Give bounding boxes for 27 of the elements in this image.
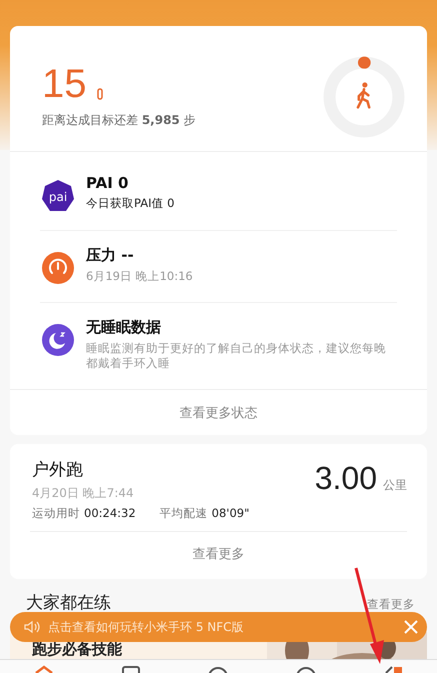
tip-toast[interactable]: 点击查看如何玩转小米手环 5 NFC版 (10, 612, 427, 642)
pai-logo-icon: pai (42, 180, 74, 212)
goal-text: 距离达成目标还差 5,985 步 (42, 112, 196, 129)
status-subtitle: 今日获取PAI值 0 (86, 196, 174, 211)
workout-date: 4月20日 晚上7:44 (32, 484, 135, 502)
workout-title: 户外跑 (32, 458, 84, 481)
status-subtitle: 睡眠监测有助于更好的了解自己的身体状态，建议您每晚都戴着手环入睡 (86, 341, 387, 371)
see-more-button[interactable]: 查看更多 (30, 530, 407, 579)
stat-value: 08'09" (212, 506, 250, 520)
band-icon (96, 88, 102, 100)
distance-value: 3.00 (314, 460, 377, 497)
gauge-icon (42, 252, 74, 284)
status-title: PAI 0 (86, 174, 130, 192)
section-title: 大家都在练 (26, 592, 111, 614)
step-count: 15 (42, 64, 86, 104)
home-icon[interactable] (32, 665, 55, 673)
status-title: 无睡眠数据 (86, 318, 162, 337)
see-more-link[interactable]: 查看更多 (367, 596, 415, 612)
stat-label: 运动用时 (32, 506, 80, 521)
speaker-icon (24, 620, 40, 634)
status-subtitle: 6月19日 晚上10:16 (86, 269, 193, 284)
status-title: 压力 -- (86, 246, 135, 265)
moon-icon (42, 324, 74, 356)
more-status-button[interactable]: 查看更多状态 (10, 388, 427, 435)
stat-value: 00:24:32 (84, 506, 136, 520)
distance-unit: 公里 (383, 476, 407, 494)
stat-label: 平均配速 (160, 506, 208, 521)
